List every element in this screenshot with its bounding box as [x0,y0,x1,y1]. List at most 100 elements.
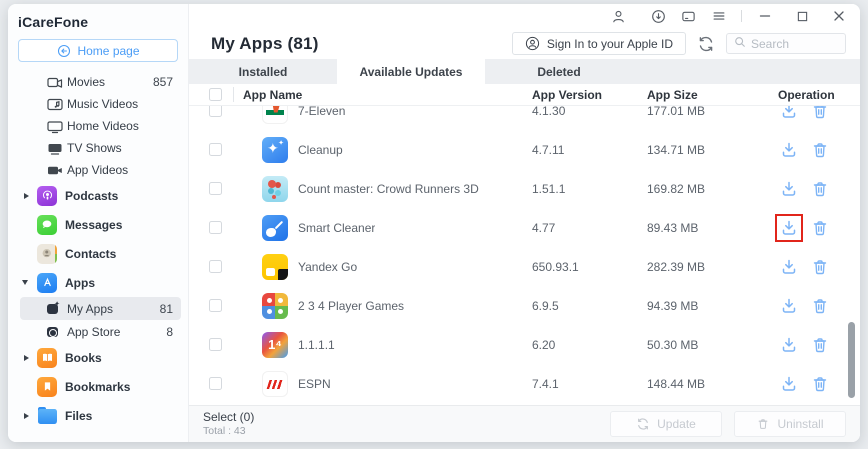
download-button[interactable] [775,213,803,242]
chevron-down-icon[interactable] [22,280,28,285]
row-checkbox[interactable] [209,377,222,390]
row-checkbox[interactable] [209,299,222,312]
sidebar-item-messages[interactable]: Messages [8,210,188,239]
sidebar-item-bookmarks[interactable]: Bookmarks [8,372,188,401]
table-row: ESPN 7.4.1 148.44 MB [189,364,860,403]
sidebar: iCareFone Home page Movies 857 Music Vid… [8,4,189,442]
delete-button[interactable] [809,178,831,200]
download-button[interactable] [778,178,800,200]
app-name: 1.1.1.1 [298,337,335,352]
select-all-checkbox[interactable] [209,88,222,101]
app-table-body: 7-Eleven 4.1.30 177.01 MB Cleanup 4.7.11 134.… [189,106,860,405]
app-version: 6.9.5 [532,298,559,313]
row-checkbox[interactable] [209,338,222,351]
count-master-app-icon [262,175,288,202]
total-count-label: Total : 43 [203,424,246,437]
column-app-version: App Version [532,87,603,102]
sidebar-item-home-videos[interactable]: Home Videos [8,115,188,137]
player-games-app-icon [262,292,288,319]
sidebar-item-app-store[interactable]: App Store 8 [20,320,181,343]
sidebar-item-apps[interactable]: Apps [8,268,188,297]
download-button[interactable] [778,256,800,278]
back-arrow-icon [56,43,71,58]
app-version: 4.1.30 [532,106,566,118]
chevron-right-icon[interactable] [24,412,29,419]
delete-button[interactable] [809,139,831,161]
chevron-right-icon[interactable] [24,192,29,199]
app-version: 650.93.1 [532,259,579,274]
music-video-icon [47,96,63,112]
app-window: iCareFone Home page Movies 857 Music Vid… [8,4,860,442]
table-row: 7-Eleven 4.1.30 177.01 MB [189,106,860,130]
delete-button[interactable] [809,373,831,395]
download-button[interactable] [778,373,800,395]
monitor-icon [47,118,63,134]
sidebar-item-tv-shows[interactable]: TV Shows [8,137,188,159]
sidebar-item-books[interactable]: Books [8,343,188,372]
download-button[interactable] [778,106,800,122]
sidebar-item-contacts[interactable]: Contacts [8,239,188,268]
main-panel: My Apps (81) Sign In to your Apple ID Se… [189,4,860,442]
minimize-button[interactable] [757,9,772,24]
tab-available-updates[interactable]: Available Updates [337,59,485,84]
app-size: 282.39 MB [647,259,706,274]
espn-app-icon [262,370,288,397]
sidebar-item-movies[interactable]: Movies 857 [8,71,188,93]
app-size: 94.39 MB [647,298,699,313]
row-checkbox[interactable] [209,260,222,273]
table-header: App Name App Version App Size Operation [189,84,860,106]
menu-icon[interactable] [711,9,726,24]
download-circle-icon[interactable] [651,9,666,24]
sign-in-button[interactable]: Sign In to your Apple ID [511,32,686,55]
movies-count: 857 [152,75,173,89]
sidebar-item-files[interactable]: Files [8,401,188,430]
row-checkbox[interactable] [209,221,222,234]
seven-eleven-app-icon [262,106,288,124]
sidebar-item-podcasts[interactable]: Podcasts [8,181,188,210]
close-button[interactable] [831,9,846,24]
app-name: Cleanup [298,142,343,157]
search-input[interactable] [751,36,836,51]
chevron-right-icon[interactable] [24,354,29,361]
table-footer: Select (0) Total : 43 Update Uninstall [189,405,860,442]
podcasts-icon [37,185,57,206]
row-checkbox[interactable] [209,182,222,195]
search-icon [734,35,746,53]
account-icon[interactable] [611,9,626,24]
delete-button[interactable] [809,256,831,278]
sidebar-item-my-apps[interactable]: ✦ My Apps 81 [20,297,181,320]
app-version: 7.4.1 [532,376,559,391]
app-name: ESPN [298,376,331,391]
one-app-icon [262,331,288,358]
delete-button[interactable] [809,334,831,356]
row-checkbox[interactable] [209,143,222,156]
my-apps-icon: ✦ [47,301,60,315]
tab-installed[interactable]: Installed [189,59,337,84]
tab-deleted[interactable]: Deleted [485,59,633,84]
uninstall-button[interactable]: Uninstall [734,411,846,437]
download-button[interactable] [778,139,800,161]
download-button[interactable] [778,295,800,317]
home-page-button[interactable]: Home page [18,39,178,62]
delete-button[interactable] [809,295,831,317]
delete-button[interactable] [809,217,831,239]
update-button[interactable]: Update [610,411,722,437]
sidebar-item-music-videos[interactable]: Music Videos [8,93,188,115]
column-operation: Operation [778,87,835,102]
search-box[interactable] [726,33,846,54]
app-store-icon [37,272,57,293]
select-count-label: Select (0) [203,409,255,424]
delete-button[interactable] [809,106,831,122]
refresh-icon[interactable] [697,35,715,53]
scrollbar-thumb[interactable] [848,322,855,398]
row-checkbox[interactable] [209,106,222,117]
messages-icon [37,214,57,235]
bookmarks-icon [37,376,57,397]
download-button[interactable] [778,334,800,356]
sidebar-item-app-videos[interactable]: App Videos [8,159,188,181]
app-name: Yandex Go [298,259,358,274]
feedback-icon[interactable] [681,9,696,24]
app-size: 148.44 MB [647,376,706,391]
maximize-button[interactable] [795,9,810,24]
titlebar [189,4,860,28]
